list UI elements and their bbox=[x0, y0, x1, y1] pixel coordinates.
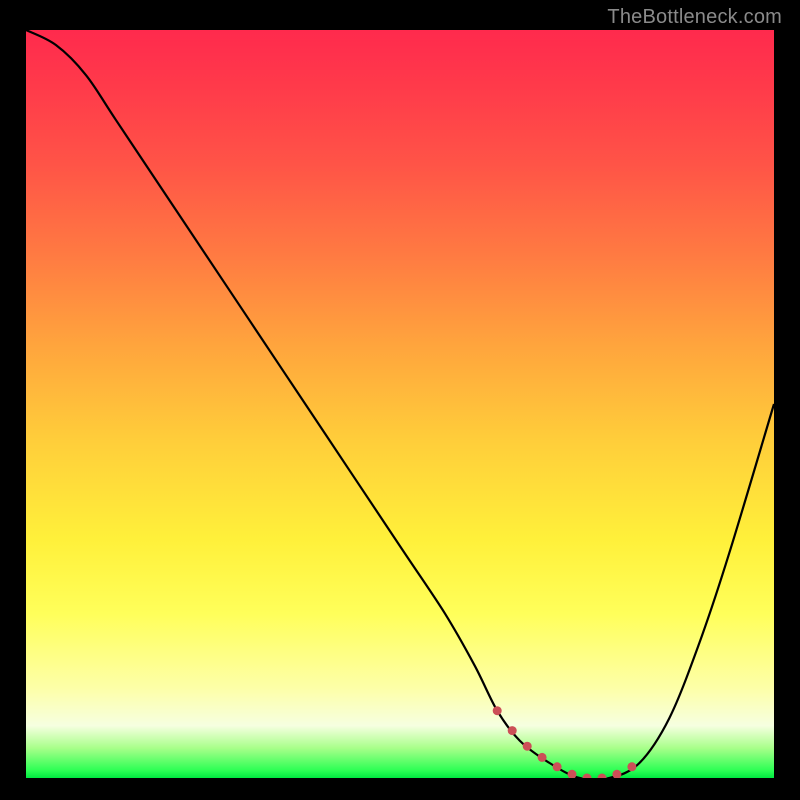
bottleneck-curve-svg bbox=[26, 30, 774, 778]
optima-marker-dot bbox=[598, 774, 607, 779]
attribution-text: TheBottleneck.com bbox=[607, 6, 782, 29]
optima-marker-dot bbox=[553, 762, 562, 771]
optima-marker-dot bbox=[627, 762, 636, 771]
optima-marker-dot bbox=[583, 774, 592, 779]
optima-marker-dot bbox=[568, 770, 577, 778]
optima-marker-dot bbox=[493, 706, 502, 715]
optima-marker-dot bbox=[508, 726, 517, 735]
chart-plot-area bbox=[26, 30, 774, 778]
optima-marker-dot bbox=[612, 770, 621, 778]
optima-marker-dot bbox=[523, 742, 532, 751]
bottleneck-curve-line bbox=[26, 30, 774, 778]
optima-marker-dot bbox=[538, 753, 547, 762]
optima-marker-group bbox=[493, 706, 637, 778]
